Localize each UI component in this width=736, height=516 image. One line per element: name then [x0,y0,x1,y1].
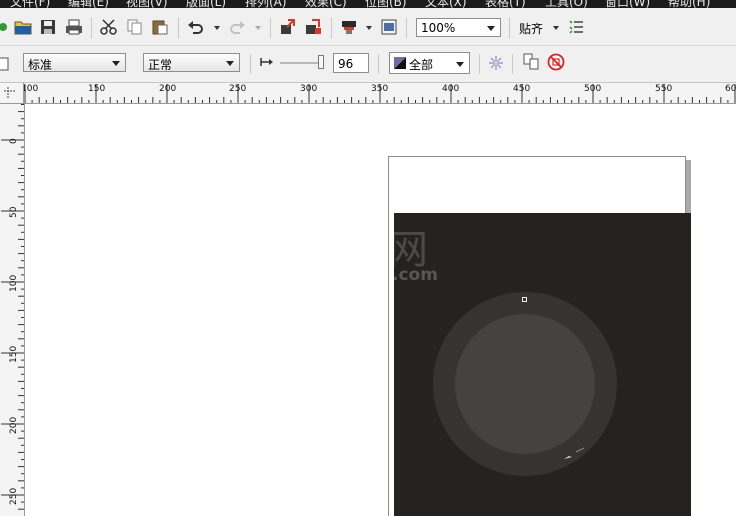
zoom-level-combo[interactable]: 100% [416,18,501,37]
style-select-value: 标准 [28,58,53,72]
light-glint [564,447,585,459]
ruler-h-label: 600 [725,84,736,94]
vertical-ruler[interactable]: 0 50 100 150 200 250 [0,104,25,516]
redo-dropdown-arrow[interactable] [255,26,261,30]
ruler-h-label: 150 [88,84,106,94]
paste-icon[interactable] [151,18,169,36]
ruler-h-label: 550 [655,84,673,94]
horizontal-ruler[interactable]: 100 150 200 250 300 350 400 450 500 550 … [24,83,736,104]
menu-table[interactable]: 表格(T) [485,0,526,8]
cut-icon[interactable] [100,18,118,36]
ruler-v-label: 250 [9,487,19,505]
ruler-h-label: 200 [159,84,177,94]
ruler-h-label: 500 [584,84,602,94]
selection-node-handle[interactable] [522,297,527,302]
redo-icon[interactable] [228,18,246,36]
export-icon[interactable] [304,18,322,36]
fill-gradient-icon [394,57,406,69]
menu-bar: 文件(F) 编辑(E) 视图(V) 版面(L) 排列(A) 效果(C) 位图(B… [0,0,736,8]
application-launcher-icon[interactable] [340,18,358,36]
menu-bitmaps[interactable]: 位图(B) [365,0,407,8]
copy-properties-icon[interactable] [522,53,540,71]
menu-effects[interactable]: 效果(C) [305,0,347,8]
menu-edit[interactable]: 编辑(E) [68,0,109,8]
new-document-icon[interactable] [0,18,12,36]
ruler-origin-corner[interactable] [0,83,24,104]
menu-arrange[interactable]: 排列(A) [245,0,287,8]
launcher-dropdown-arrow[interactable] [366,26,372,30]
menu-view[interactable]: 视图(V) [126,0,168,8]
clear-effect-icon[interactable] [547,53,565,71]
page-icon [0,55,12,73]
menu-layout[interactable]: 版面(L) [186,0,226,8]
fill-type-select[interactable]: 全部 [389,52,470,74]
chevron-down-icon [487,26,495,31]
width-slider-handle[interactable] [318,55,324,69]
watermark-domain: .com [394,265,438,285]
chevron-down-icon [456,62,464,67]
standard-toolbar: 100% 贴齐 [0,8,736,46]
welcome-screen-icon[interactable] [380,18,398,36]
undo-icon[interactable] [187,18,205,36]
ruler-h-label: 300 [300,84,318,94]
ruler-h-label: 450 [513,84,531,94]
ruler-h-label: 400 [442,84,460,94]
style-select[interactable]: 标准 [23,53,126,72]
ruler-v-label: 200 [9,416,19,434]
menu-tools[interactable]: 工具(O) [545,0,588,8]
width-input[interactable]: 96 [333,53,369,73]
open-folder-icon[interactable] [14,18,32,36]
menu-text[interactable]: 文本(X) [425,0,467,8]
ruler-v-label: 150 [9,345,19,363]
merge-mode-value: 正常 [148,58,173,72]
ruler-h-label: 100 [24,84,39,94]
save-icon[interactable] [39,18,57,36]
chevron-down-icon [112,61,120,66]
import-icon[interactable] [279,18,297,36]
property-bar: 标准 正常 96 全部 [0,46,736,83]
width-input-value: 96 [338,57,354,71]
options-icon[interactable] [567,18,585,36]
chevron-down-icon [226,61,234,66]
ruler-h-label: 350 [371,84,389,94]
inner-circle [455,314,595,454]
undo-dropdown-arrow[interactable] [214,26,220,30]
snap-to-button[interactable]: 贴齐 [519,20,543,37]
menu-help[interactable]: 帮助(H) [668,0,710,8]
merge-mode-select[interactable]: 正常 [143,53,240,72]
vertical-ruler-ticks [1,104,24,510]
smooth-edges-icon[interactable] [487,54,505,72]
drawing-canvas[interactable]: 网 .com [25,104,736,516]
menu-file[interactable]: 文件(F) [10,0,50,8]
menu-window[interactable]: 窗口(W) [605,0,650,8]
zoom-level-value: 100% [421,21,456,35]
fill-type-value: 全部 [409,58,434,72]
width-arrow-icon [258,53,276,71]
print-icon[interactable] [65,18,83,36]
snap-dropdown-arrow[interactable] [553,26,559,30]
bitmap-image[interactable]: 网 .com [394,213,691,516]
ruler-h-label: 250 [229,84,247,94]
ruler-v-label: 100 [9,274,19,292]
ruler-v-label: 0 [9,138,19,144]
copy-icon[interactable] [126,18,144,36]
ruler-v-label: 50 [9,206,19,218]
